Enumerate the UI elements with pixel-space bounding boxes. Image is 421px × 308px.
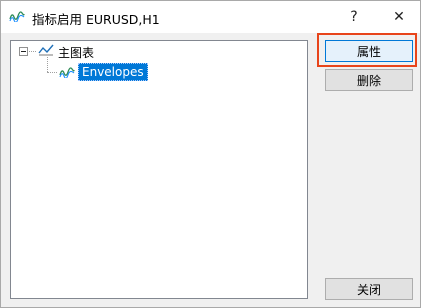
properties-button[interactable]: 属性 [325,40,413,62]
indicators-dialog: 指标启用 EURUSD,H1 ? ✕ 主图表 Envelopes 属性 删除 关… [0,0,421,308]
help-icon: ? [350,8,358,25]
tree-item-envelopes[interactable]: Envelopes [78,63,148,81]
indicator-wave-icon [9,10,25,23]
close-icon: ✕ [393,8,405,25]
close-button[interactable]: 关闭 [325,278,413,300]
line-chart-icon [38,44,54,56]
tree-connector [47,57,48,72]
collapse-icon[interactable] [19,47,28,56]
close-window-button[interactable]: ✕ [377,1,421,32]
window-title: 指标启用 EURUSD,H1 [32,12,160,27]
indicator-tree[interactable]: 主图表 Envelopes [10,40,308,299]
tree-connector [47,72,57,73]
tree-item-main-chart[interactable]: 主图表 [58,44,94,61]
tree-connector [29,51,36,52]
help-button[interactable]: ? [332,1,376,32]
delete-button[interactable]: 删除 [325,69,413,91]
title-bar[interactable]: 指标启用 EURUSD,H1 ? ✕ [1,1,420,33]
indicator-wave-icon [59,66,75,79]
